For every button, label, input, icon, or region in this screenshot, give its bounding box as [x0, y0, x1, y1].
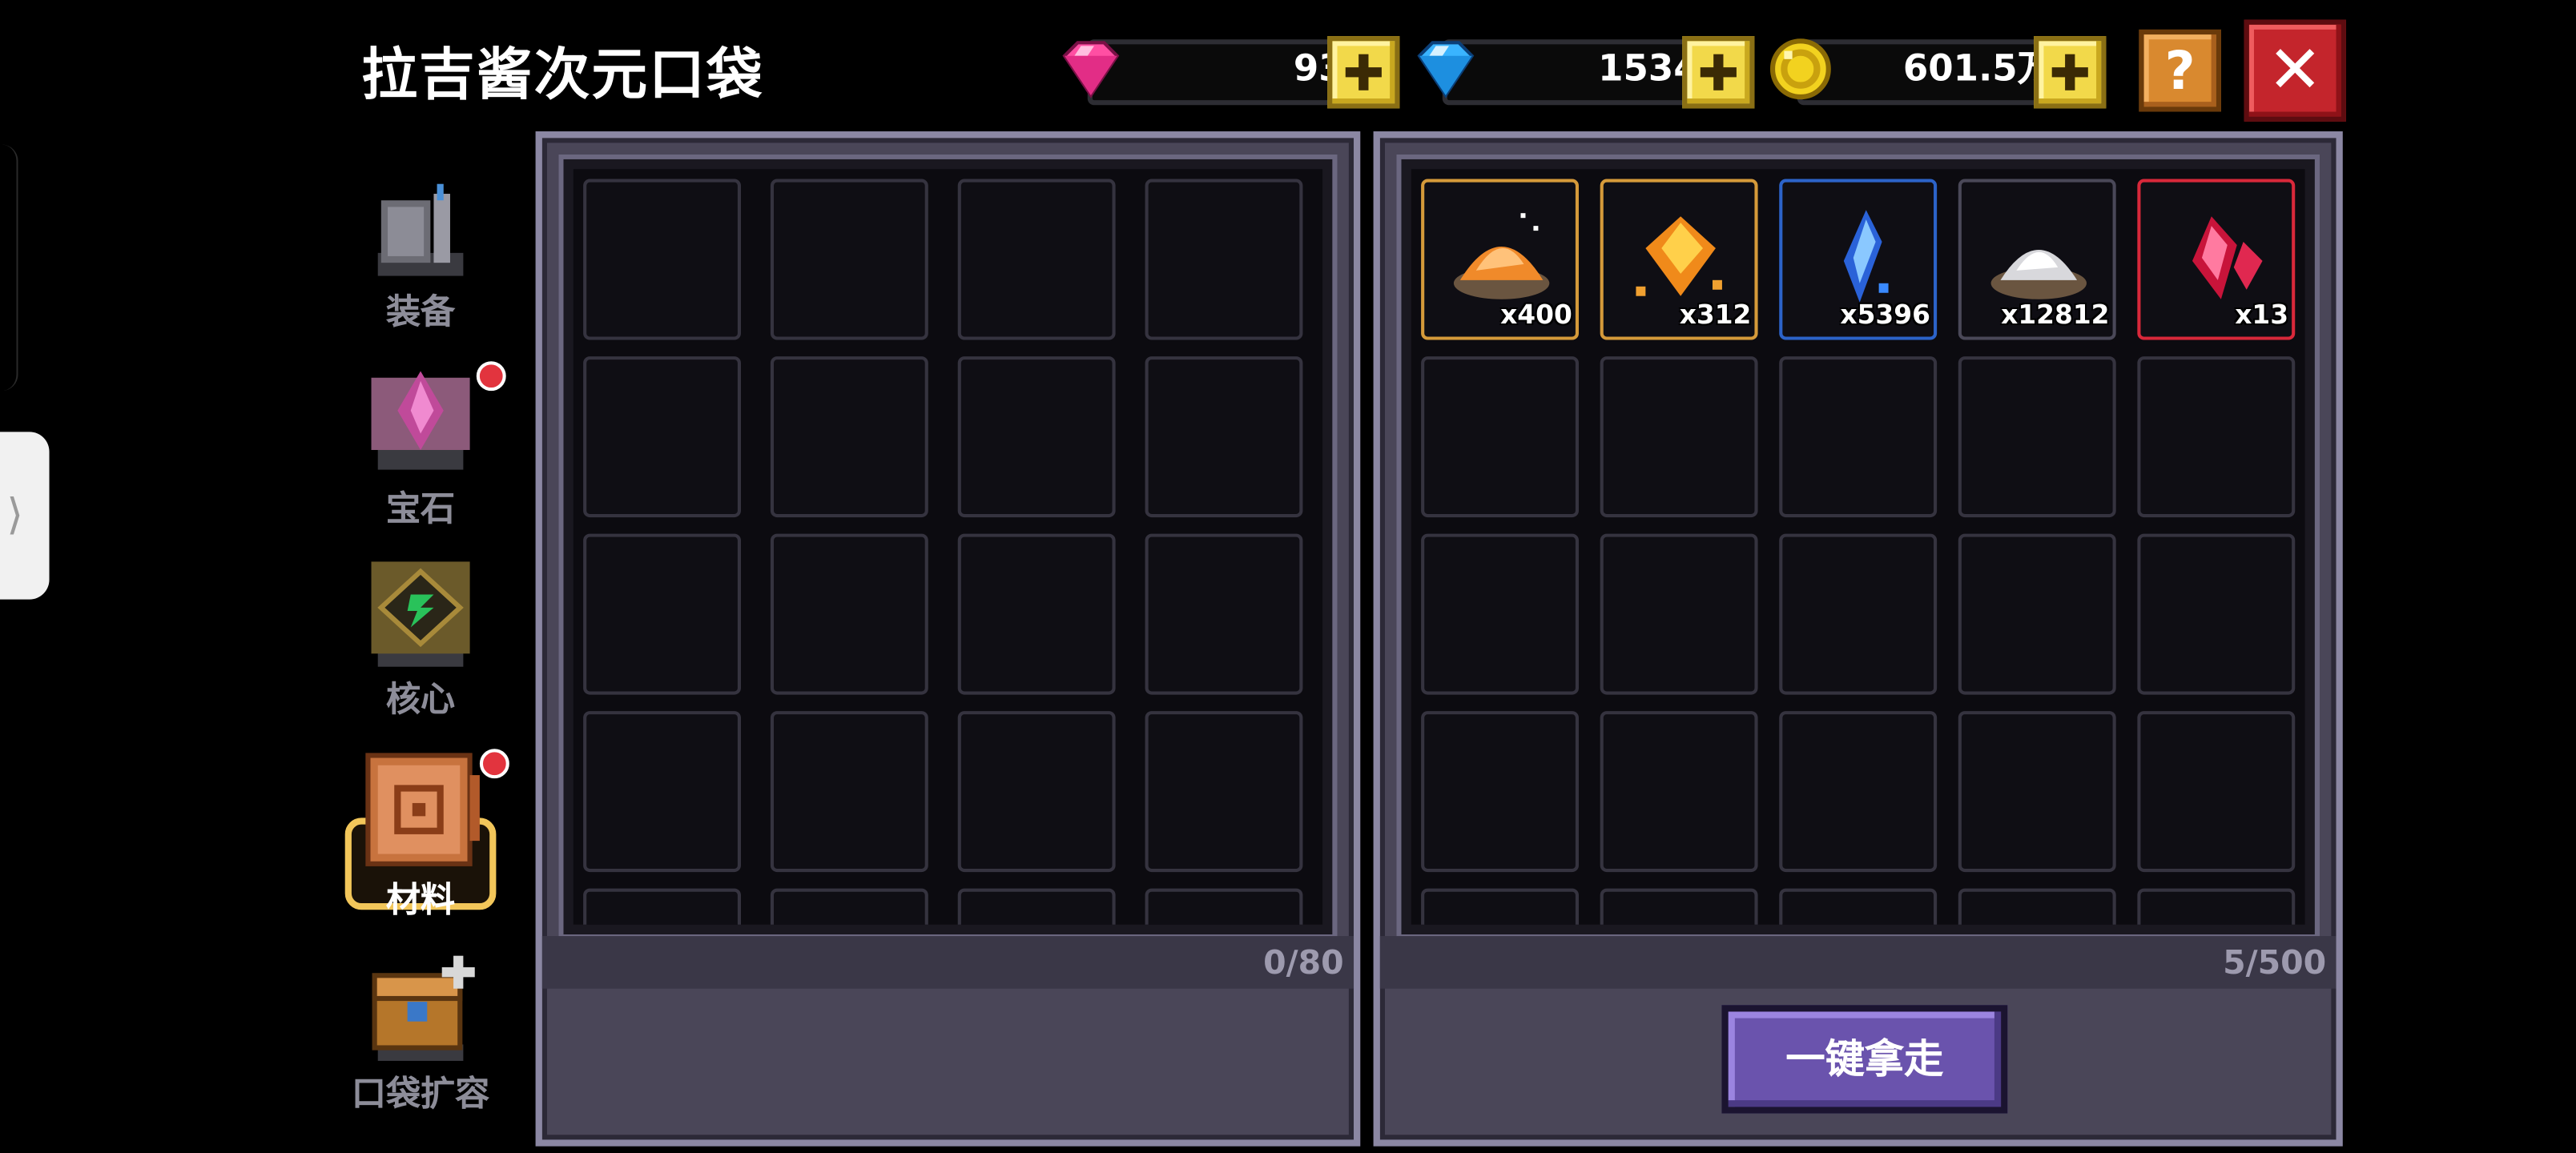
inventory-slot[interactable]: [1958, 533, 2116, 695]
gem-icon: [371, 371, 470, 470]
notification-dot: [479, 749, 509, 779]
inventory-slot[interactable]: [1779, 533, 1938, 695]
inventory-slot[interactable]: [957, 356, 1116, 518]
silver-powder-icon: [1990, 249, 2087, 299]
sidebar-item-gem[interactable]: 宝石: [339, 361, 506, 542]
inventory-slot[interactable]: [1600, 356, 1758, 518]
help-button[interactable]: ?: [2139, 29, 2221, 112]
inventory-slot[interactable]: [2137, 888, 2296, 925]
inventory-slot[interactable]: x12812: [1958, 179, 2116, 340]
inventory-slot[interactable]: [583, 533, 742, 695]
inventory-slot[interactable]: [1779, 356, 1938, 518]
take-all-button[interactable]: 一键拿走: [1721, 1005, 2008, 1114]
sidebar-item-pocket-expand[interactable]: 口袋扩容: [339, 953, 503, 1134]
inventory-slot[interactable]: [770, 533, 928, 695]
capacity-right: 5/500: [2223, 942, 2327, 982]
inventory-slot[interactable]: [1600, 711, 1758, 873]
item-quantity: x12812: [2001, 299, 2110, 331]
chest-expand-icon: [372, 955, 475, 1061]
currency-pink-gem: 93: [1058, 36, 1400, 109]
currency-blue-gem: 1534: [1413, 36, 1755, 109]
pocket-grid-left[interactable]: [558, 154, 1338, 940]
item-quantity: x13: [2235, 299, 2289, 331]
close-button[interactable]: ✕: [2244, 19, 2346, 122]
inventory-slot[interactable]: x312: [1600, 179, 1758, 340]
page-title: 拉吉酱次元口袋: [361, 42, 764, 109]
inventory-slot[interactable]: [1421, 356, 1580, 518]
inventory-slot[interactable]: x400: [1421, 179, 1580, 340]
sidebar-item-label: 材料: [385, 880, 456, 920]
inventory-slot[interactable]: [583, 888, 742, 925]
inventory-slot[interactable]: [1145, 533, 1303, 695]
sidebar-item-material[interactable]: 材料: [339, 749, 509, 930]
inventory-slot[interactable]: [583, 711, 742, 873]
inventory-slot[interactable]: [1779, 711, 1938, 873]
sidebar-item-label: 装备: [385, 292, 456, 332]
edge-line: [0, 144, 18, 392]
inventory-slot[interactable]: [957, 711, 1116, 873]
capacity-left: 0/80: [1263, 942, 1344, 982]
currency-gold-coin: 601.5万: [1768, 36, 2107, 109]
blue-crystal-icon: [1843, 210, 1889, 303]
inventory-slot[interactable]: [1421, 711, 1580, 873]
armor-icon: [377, 183, 464, 276]
inventory-slot[interactable]: [583, 356, 742, 518]
inventory-slot[interactable]: x13: [2137, 179, 2296, 340]
inventory-slot[interactable]: [1145, 711, 1303, 873]
inventory-slot[interactable]: [1145, 888, 1303, 925]
sidebar-item-label: 口袋扩容: [351, 1074, 490, 1114]
add-gold-coin-button[interactable]: [2034, 36, 2107, 109]
inventory-slot[interactable]: [1600, 888, 1758, 925]
inventory-slot[interactable]: [1958, 888, 2116, 925]
inventory-slot[interactable]: [1958, 711, 2116, 873]
blue-gem-icon: [1417, 41, 1475, 98]
chevron-right-icon: ⟩: [6, 491, 24, 540]
pink-gem-count: 93: [1293, 49, 1344, 90]
amber-crystal-icon: [1636, 216, 1722, 296]
item-quantity: x312: [1679, 299, 1752, 331]
pocket-panel-right: x400 x312 x5396 x12812 x13 5/500 一键拿走: [1373, 131, 2343, 1147]
sidebar-item-equipment[interactable]: 装备: [339, 178, 503, 359]
inventory-slot[interactable]: [1600, 533, 1758, 695]
side-drawer-handle[interactable]: ⟩: [0, 432, 50, 600]
pocket-panel-left: 0/80: [535, 131, 1361, 1147]
add-pink-gem-button[interactable]: [1327, 36, 1400, 109]
inventory-slot[interactable]: [1145, 179, 1303, 340]
notification-dot: [476, 361, 506, 392]
inventory-slot[interactable]: [1145, 356, 1303, 518]
inventory-slot[interactable]: [957, 179, 1116, 340]
inventory-slot[interactable]: [2137, 711, 2296, 873]
inventory-slot[interactable]: [1779, 888, 1938, 925]
inventory-slot[interactable]: [1958, 356, 2116, 518]
inventory-slot[interactable]: [957, 888, 1116, 925]
core-icon: [371, 561, 470, 667]
sidebar-item-label: 核心: [385, 680, 456, 720]
inventory-slot[interactable]: [1421, 888, 1580, 925]
gold-coin-icon: [1769, 38, 1831, 100]
red-crystal-icon: [2192, 216, 2263, 299]
inventory-slot[interactable]: [2137, 356, 2296, 518]
inventory-slot[interactable]: [583, 179, 742, 340]
add-blue-gem-button[interactable]: [1682, 36, 1755, 109]
inventory-slot[interactable]: [957, 533, 1116, 695]
inventory-slot[interactable]: x5396: [1779, 179, 1938, 340]
item-quantity: x400: [1500, 299, 1572, 331]
gold-coin-count: 601.5万: [1902, 49, 2054, 90]
inventory-slot[interactable]: [770, 356, 928, 518]
sidebar-item-core[interactable]: 核心: [339, 558, 503, 739]
pocket-grid-right[interactable]: x400 x312 x5396 x12812 x13: [1396, 154, 2320, 940]
stage: ⟩ 拉吉酱次元口袋 93 1534 601.5万 ? ✕ 装备 宝石 核心 材料…: [0, 0, 2576, 1153]
item-quantity: x5396: [1840, 299, 1930, 331]
sidebar-item-label: 宝石: [385, 489, 456, 529]
inventory-slot[interactable]: [770, 179, 928, 340]
inventory-slot[interactable]: [770, 888, 928, 925]
pink-gem-icon: [1062, 41, 1120, 98]
inventory-slot[interactable]: [1421, 533, 1580, 695]
blue-gem-count: 1534: [1598, 49, 1699, 90]
inventory-slot[interactable]: [770, 711, 928, 873]
orange-powder-icon: [1453, 213, 1550, 299]
inventory-slot[interactable]: [2137, 533, 2296, 695]
